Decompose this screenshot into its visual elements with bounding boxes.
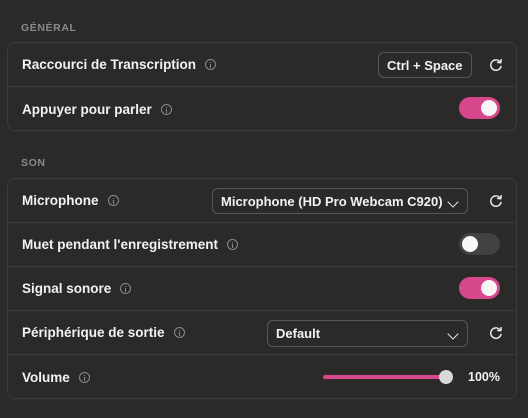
volume-slider-thumb[interactable] (439, 370, 453, 384)
general-card: Raccourci de Transcription Ctrl + Space … (7, 42, 517, 131)
shortcut-label-wrap: Raccourci de Transcription (22, 57, 217, 72)
microphone-label-wrap: Microphone (22, 193, 119, 208)
volume-value: 100% (468, 370, 500, 384)
mute-row: Muet pendant l'enregistrement (8, 223, 516, 267)
push-to-talk-toggle[interactable] (459, 97, 500, 119)
volume-label-wrap: Volume (22, 370, 90, 385)
settings-page: GÉNÉRAL Raccourci de Transcription Ctrl … (0, 0, 528, 418)
microphone-row: Microphone Microphone (HD Pro Webcam C92… (8, 179, 516, 223)
reset-icon[interactable] (488, 325, 504, 341)
microphone-select-value: Microphone (HD Pro Webcam C920) (221, 193, 443, 209)
info-icon[interactable] (227, 239, 238, 250)
push-to-talk-row: Appuyer pour parler (8, 87, 516, 131)
mute-label-wrap: Muet pendant l'enregistrement (22, 237, 238, 252)
output-label: Périphérique de sortie (22, 325, 165, 340)
chevron-down-icon (447, 196, 459, 208)
volume-slider[interactable] (323, 369, 453, 385)
shortcut-label: Raccourci de Transcription (22, 57, 197, 72)
info-icon[interactable] (120, 283, 132, 294)
toggle-knob (481, 280, 497, 296)
info-icon[interactable] (107, 195, 119, 206)
reset-icon[interactable] (488, 57, 504, 73)
reset-icon[interactable] (488, 193, 504, 209)
toggle-knob (481, 100, 497, 116)
volume-row: Volume 100% (8, 355, 516, 399)
output-row: Périphérique de sortie Default (8, 311, 516, 355)
son-card: Microphone Microphone (HD Pro Webcam C92… (7, 178, 517, 399)
shortcut-row: Raccourci de Transcription Ctrl + Space (8, 43, 516, 87)
info-icon[interactable] (160, 103, 172, 115)
section-title-son: SON (21, 157, 46, 169)
mute-toggle[interactable] (459, 233, 500, 255)
beep-row: Signal sonore (8, 267, 516, 311)
info-icon[interactable] (78, 371, 90, 383)
beep-toggle[interactable] (459, 277, 500, 299)
volume-slider-track (323, 375, 447, 379)
toggle-knob (462, 236, 478, 252)
volume-label: Volume (22, 369, 70, 385)
push-to-talk-label: Appuyer pour parler (22, 101, 152, 117)
chevron-down-icon (447, 328, 459, 340)
microphone-label: Microphone (22, 193, 99, 208)
info-icon[interactable] (205, 59, 217, 70)
output-label-wrap: Périphérique de sortie (22, 325, 185, 340)
info-icon[interactable] (173, 327, 185, 338)
output-select[interactable]: Default (267, 320, 468, 347)
mute-label: Muet pendant l'enregistrement (22, 237, 218, 252)
shortcut-button[interactable]: Ctrl + Space (378, 52, 472, 78)
section-title-general: GÉNÉRAL (21, 22, 77, 34)
output-select-value: Default (276, 326, 321, 341)
microphone-select[interactable]: Microphone (HD Pro Webcam C920) (212, 188, 468, 214)
push-to-talk-label-wrap: Appuyer pour parler (22, 102, 172, 117)
beep-label: Signal sonore (22, 281, 112, 296)
beep-label-wrap: Signal sonore (22, 281, 132, 296)
